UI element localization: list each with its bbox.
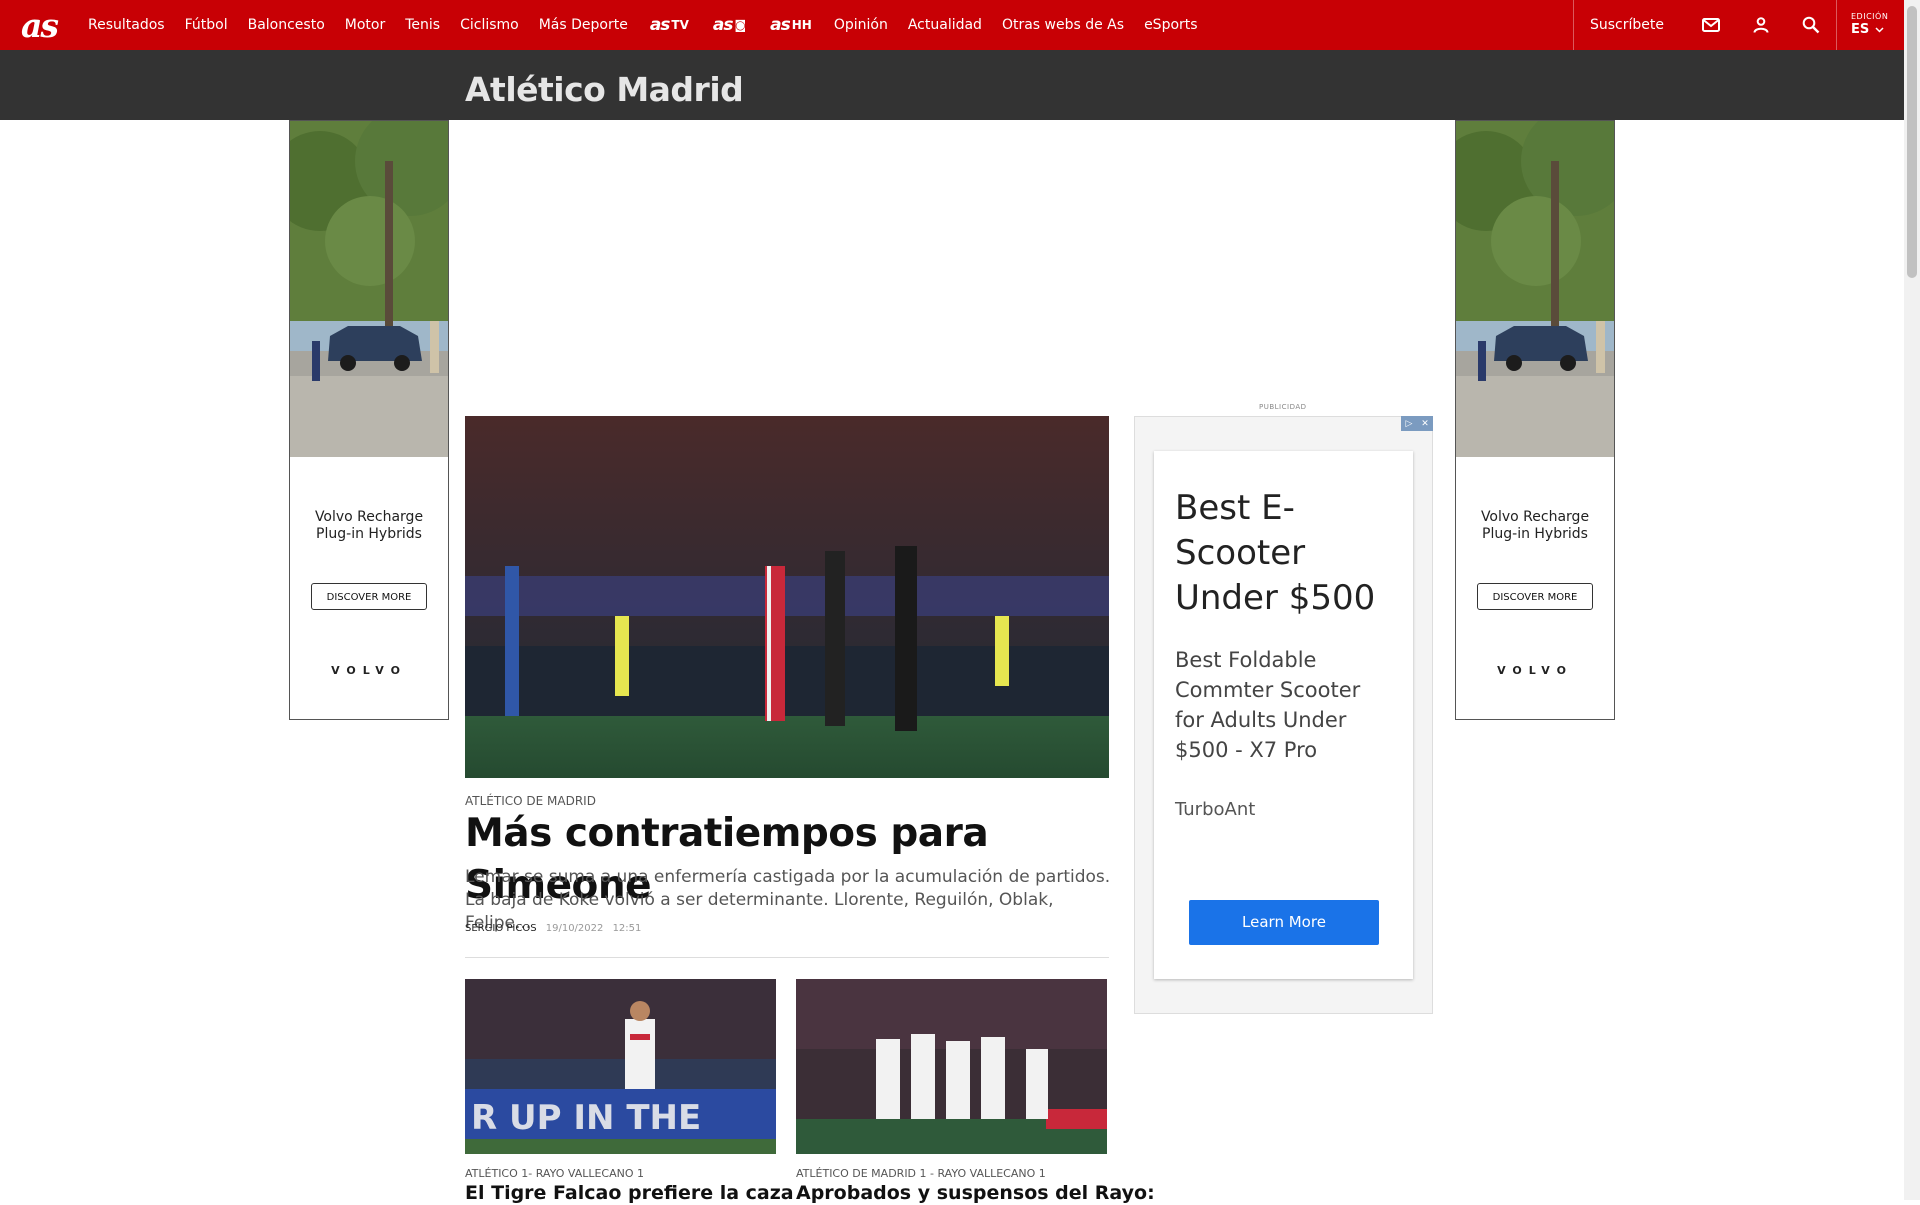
nav-right: Suscríbete EDICIÓN ES [1573, 0, 1904, 50]
main-story-kicker[interactable]: ATLÉTICO DE MADRID [465, 794, 596, 808]
ad-advertiser: TurboAnt [1175, 799, 1256, 820]
section-bar [0, 50, 1904, 120]
ad-car-photo [290, 121, 448, 457]
mail-icon[interactable] [1686, 0, 1736, 50]
author-link[interactable]: SERGIO PICOS [465, 923, 537, 934]
tv-icon: TV [671, 18, 689, 32]
as-tv-logo: as [649, 15, 671, 35]
discover-more-button[interactable]: DISCOVER MORE [1477, 583, 1593, 610]
top-nav: as Resultados Fútbol Baloncesto Motor Te… [0, 0, 1904, 50]
nav-brand-as-tv[interactable]: as TV [638, 0, 701, 50]
ad-title: Volvo Recharge Plug-in Hybrids [314, 509, 424, 542]
story-image-falcao[interactable]: R UP IN THE [465, 979, 776, 1154]
nav-item-ciclismo[interactable]: Ciclismo [450, 0, 529, 50]
podcast-icon: HH [791, 18, 812, 32]
story-kicker[interactable]: ATLÉTICO DE MADRID 1 - RAYO VALLECANO 1 [796, 1167, 1046, 1180]
main-story-image[interactable] [465, 416, 1109, 778]
side-ad-left[interactable]: Volvo Recharge Plug-in Hybrids DISCOVER … [289, 120, 449, 720]
scrollbar-thumb[interactable] [1907, 6, 1917, 278]
nav-item-tenis[interactable]: Tenis [395, 0, 450, 50]
discover-more-button[interactable]: DISCOVER MORE [311, 583, 427, 610]
ad-car-photo [1456, 121, 1614, 457]
nav-item-opinion[interactable]: Opinión [824, 0, 898, 50]
story-title[interactable]: El Tigre Falcao prefiere la caza [465, 1181, 794, 1205]
ad-title: Volvo Recharge Plug-in Hybrids [1480, 509, 1590, 542]
side-ad-right[interactable]: Volvo Recharge Plug-in Hybrids DISCOVER … [1455, 120, 1615, 720]
story-time: 12:51 [612, 923, 642, 934]
nav-item-mas-deporte[interactable]: Más Deporte [529, 0, 638, 50]
learn-more-button[interactable]: Learn More [1189, 900, 1379, 945]
story-title[interactable]: Aprobados y suspensos del Rayo: [796, 1181, 1155, 1205]
story-image-rayo[interactable] [796, 979, 1107, 1154]
section-title[interactable]: Atlético Madrid [465, 70, 744, 109]
story-kicker[interactable]: ATLÉTICO 1- RAYO VALLECANO 1 [465, 1167, 644, 1180]
nav-brand-as-podcast[interactable]: as HH [758, 0, 824, 50]
nav-item-motor[interactable]: Motor [335, 0, 395, 50]
edition-selector[interactable]: EDICIÓN ES [1836, 0, 1904, 50]
nav-item-baloncesto[interactable]: Baloncesto [238, 0, 335, 50]
nav-item-actualidad[interactable]: Actualidad [898, 0, 992, 50]
volvo-logo: VOLVO [331, 664, 407, 677]
volvo-logo: VOLVO [1497, 664, 1573, 677]
as-podcast-logo: as [770, 15, 791, 35]
user-icon[interactable] [1736, 0, 1786, 50]
ad-card[interactable]: Best E-Scooter Under $500 Best Foldable … [1154, 451, 1413, 979]
ad-label: PUBLICIDAD [1259, 403, 1307, 411]
nav-item-futbol[interactable]: Fútbol [175, 0, 238, 50]
edition-label: EDICIÓN [1851, 12, 1889, 21]
search-icon[interactable] [1786, 0, 1836, 50]
nav-brand-as-photo[interactable]: as ◙ [701, 0, 758, 50]
close-icon[interactable]: ✕ [1417, 416, 1433, 431]
divider [465, 957, 1109, 958]
nav-item-resultados[interactable]: Resultados [78, 0, 175, 50]
subscribe-link[interactable]: Suscríbete [1573, 0, 1686, 50]
svg-text:R UP IN THE: R UP IN THE [471, 1098, 701, 1138]
as-logo[interactable]: as [0, 0, 78, 50]
ad-headline: Best E-Scooter Under $500 [1175, 488, 1376, 618]
main-nav: Resultados Fútbol Baloncesto Motor Tenis… [78, 0, 1208, 50]
adchoices-icon[interactable]: ▷ [1401, 416, 1417, 431]
story-date: 19/10/2022 [545, 923, 604, 934]
chevron-down-icon [1875, 27, 1884, 33]
ad-body: Best Foldable Commter Scooter for Adults… [1175, 648, 1361, 762]
adchoices[interactable]: ▷ ✕ [1401, 416, 1433, 431]
as-photo-logo: as [712, 15, 734, 35]
main-story-byline: SERGIO PICOS 19/10/2022 12:51 [465, 923, 641, 934]
camera-icon: ◙ [734, 18, 747, 32]
edition-value: ES [1851, 22, 1904, 38]
nav-item-esports[interactable]: eSports [1134, 0, 1208, 50]
nav-item-otras-webs[interactable]: Otras webs de As [992, 0, 1134, 50]
